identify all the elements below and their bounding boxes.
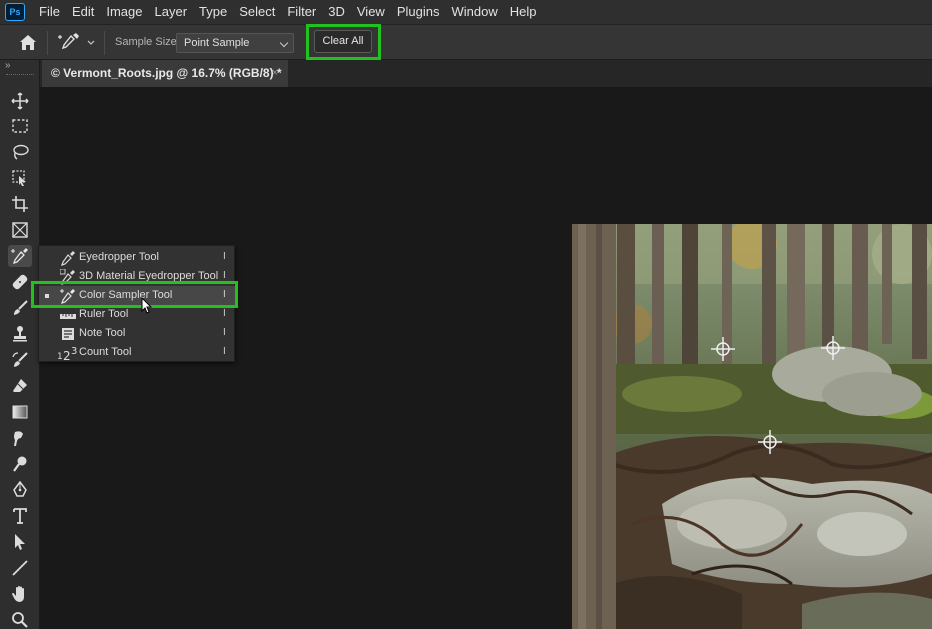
bandage-icon bbox=[12, 274, 28, 290]
path-selection-tool-button[interactable] bbox=[8, 531, 32, 553]
dodge-icon bbox=[13, 456, 27, 472]
menu-help[interactable]: Help bbox=[504, 0, 543, 24]
pointer-icon bbox=[141, 296, 153, 314]
move-tool-button[interactable] bbox=[8, 90, 32, 112]
flyout-item-eyedropper[interactable]: Eyedropper Tool I bbox=[39, 248, 236, 267]
menu-plugins[interactable]: Plugins bbox=[391, 0, 446, 24]
hand-icon bbox=[12, 586, 24, 602]
menu-bar: Ps File Edit Image Layer Type Select Fil… bbox=[0, 0, 932, 24]
menu-file[interactable]: File bbox=[33, 0, 66, 24]
flyout-item-shortcut: I bbox=[223, 308, 226, 319]
flyout-item-label: Eyedropper Tool bbox=[79, 251, 159, 263]
clear-all-button[interactable]: Clear All bbox=[314, 30, 372, 53]
hand-tool-button[interactable] bbox=[8, 583, 32, 605]
line-icon bbox=[12, 560, 28, 576]
menu-layer[interactable]: Layer bbox=[149, 0, 194, 24]
eraser-icon bbox=[13, 379, 27, 392]
photoshop-logo: Ps bbox=[5, 3, 25, 21]
pen-icon bbox=[13, 481, 27, 497]
color-sampler-highlight bbox=[31, 281, 238, 308]
dodge-tool-button[interactable] bbox=[8, 453, 32, 475]
crop-tool-button[interactable] bbox=[8, 193, 32, 215]
tool-preset-picker[interactable] bbox=[57, 31, 97, 55]
line-tool-button[interactable] bbox=[8, 557, 32, 579]
tab-close-button[interactable]: × bbox=[272, 60, 278, 87]
eyedropper-icon bbox=[60, 250, 76, 266]
flyout-item-label: Ruler Tool bbox=[79, 308, 129, 320]
menu-3d[interactable]: 3D bbox=[322, 0, 351, 24]
object-selection-tool-button[interactable] bbox=[8, 167, 32, 189]
history-brush-tool-button[interactable] bbox=[8, 349, 32, 371]
brush-tool-button[interactable] bbox=[8, 297, 32, 319]
menu-type[interactable]: Type bbox=[193, 0, 233, 24]
type-tool-button[interactable] bbox=[8, 505, 32, 527]
sample-size-select[interactable]: Point Sample bbox=[176, 33, 294, 53]
toolbar-grip[interactable] bbox=[6, 74, 34, 78]
svg-text:2: 2 bbox=[63, 349, 71, 361]
brush-icon bbox=[14, 300, 28, 315]
frame-icon bbox=[12, 222, 28, 238]
flyout-item-shortcut: I bbox=[223, 270, 226, 281]
flyout-item-shortcut: I bbox=[223, 346, 226, 357]
options-separator bbox=[104, 31, 105, 55]
type-icon bbox=[13, 508, 27, 524]
object-selection-icon bbox=[12, 170, 26, 186]
sample-size-value: Point Sample bbox=[184, 37, 250, 49]
flyout-item-count[interactable]: 123 Count Tool I bbox=[39, 343, 236, 363]
menu-select[interactable]: Select bbox=[233, 0, 281, 24]
count-icon: 123 bbox=[57, 345, 77, 363]
crop-icon bbox=[12, 196, 28, 212]
document-tab-bar: © Vermont_Roots.jpg @ 16.7% (RGB/8) * × bbox=[40, 60, 932, 87]
pen-tool-button[interactable] bbox=[8, 479, 32, 501]
marquee-tool-button[interactable] bbox=[8, 115, 32, 137]
tools-panel: » bbox=[0, 60, 40, 629]
menu-view[interactable]: View bbox=[351, 0, 391, 24]
eraser-tool-button[interactable] bbox=[8, 375, 32, 397]
smudge-icon bbox=[14, 431, 23, 446]
home-icon bbox=[20, 35, 36, 50]
note-icon bbox=[60, 326, 76, 342]
clone-stamp-tool-button[interactable] bbox=[8, 323, 32, 345]
zoom-tool-button[interactable] bbox=[8, 609, 32, 629]
color-sampler-icon bbox=[11, 248, 28, 265]
document-image[interactable] bbox=[572, 224, 932, 629]
ruler-icon bbox=[60, 307, 76, 323]
flyout-item-shortcut: I bbox=[223, 327, 226, 338]
flyout-item-note[interactable]: Note Tool I bbox=[39, 324, 236, 343]
move-icon bbox=[11, 92, 29, 110]
lasso-tool-button[interactable] bbox=[8, 141, 32, 163]
color-sampler-icon bbox=[58, 33, 95, 50]
chevron-down-icon bbox=[279, 38, 289, 48]
eyedropper-tool-button[interactable] bbox=[8, 245, 32, 267]
menu-image[interactable]: Image bbox=[100, 0, 148, 24]
forest-photo bbox=[572, 224, 932, 629]
flyout-item-label: Count Tool bbox=[79, 346, 132, 358]
flyout-item-label: Note Tool bbox=[79, 327, 126, 339]
zoom-icon bbox=[12, 612, 28, 628]
healing-brush-tool-button[interactable] bbox=[8, 271, 32, 293]
svg-text:1: 1 bbox=[57, 352, 63, 361]
home-button[interactable] bbox=[16, 33, 40, 53]
options-bar: Sample Size: Point Sample bbox=[0, 24, 932, 60]
document-tab[interactable]: © Vermont_Roots.jpg @ 16.7% (RGB/8) * × bbox=[42, 60, 288, 87]
lasso-icon bbox=[13, 144, 29, 160]
sample-size-label: Sample Size: bbox=[115, 36, 180, 48]
rectangle-marquee-icon bbox=[12, 119, 28, 133]
history-brush-icon bbox=[12, 352, 28, 367]
menu-edit[interactable]: Edit bbox=[66, 0, 100, 24]
arrow-cursor-icon bbox=[15, 534, 25, 550]
menu-window[interactable]: Window bbox=[445, 0, 503, 24]
mouse-cursor bbox=[141, 296, 153, 318]
menu-filter[interactable]: Filter bbox=[281, 0, 322, 24]
blur-tool-button[interactable] bbox=[8, 427, 32, 449]
toolbar-collapse-button[interactable]: » bbox=[5, 60, 11, 71]
document-tab-title: © Vermont_Roots.jpg @ 16.7% (RGB/8) * bbox=[51, 66, 282, 80]
gradient-icon bbox=[12, 405, 28, 419]
svg-text:3: 3 bbox=[71, 346, 77, 357]
frame-tool-button[interactable] bbox=[8, 219, 32, 241]
flyout-item-shortcut: I bbox=[223, 251, 226, 262]
options-separator bbox=[47, 31, 48, 55]
stamp-icon bbox=[13, 326, 27, 342]
gradient-tool-button[interactable] bbox=[8, 401, 32, 423]
